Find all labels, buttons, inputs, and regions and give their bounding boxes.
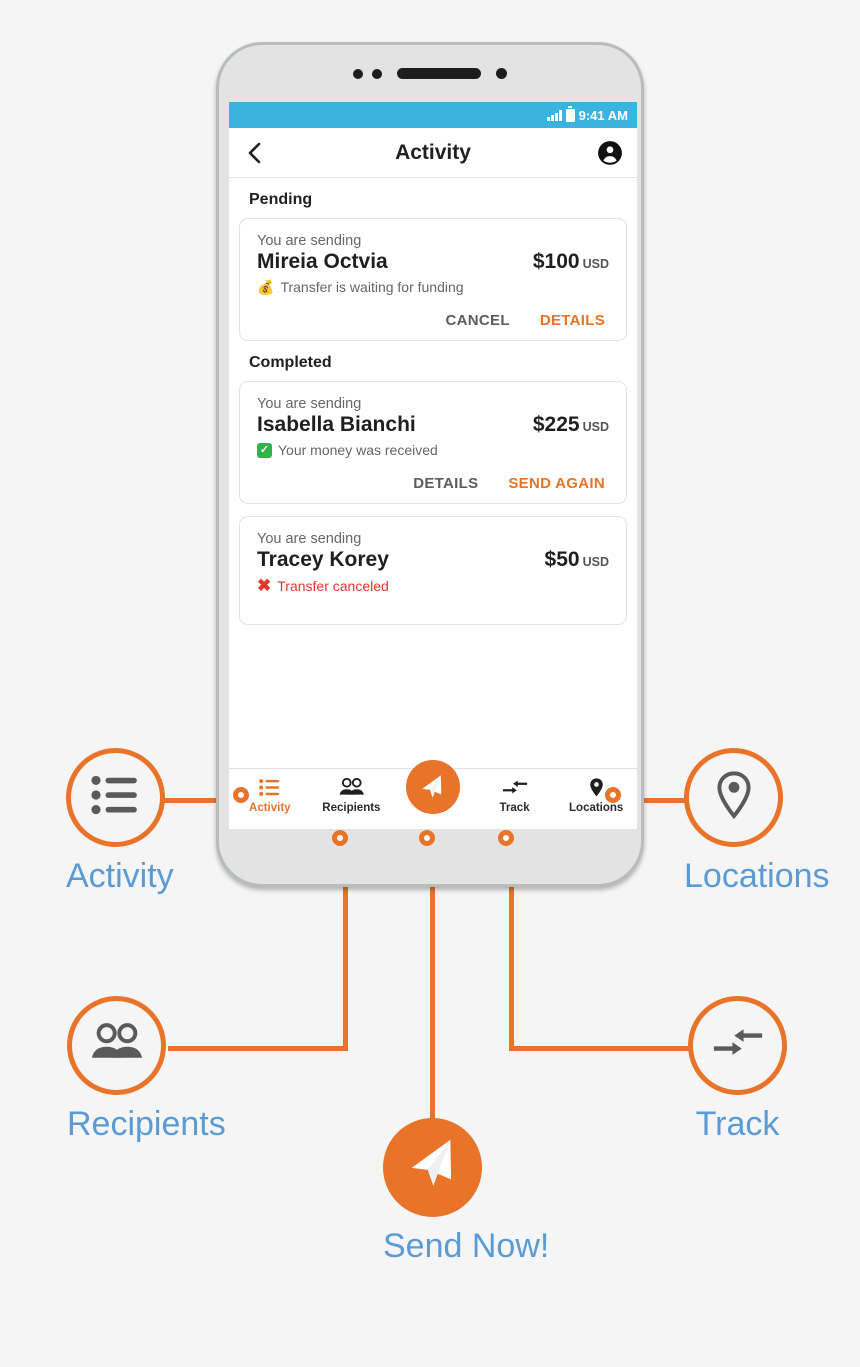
back-chevron-icon[interactable]	[243, 141, 267, 165]
connector-dot-activity	[233, 787, 249, 803]
connector-dot-track	[498, 830, 514, 846]
callout-label: Activity	[66, 857, 174, 895]
callout-label: Locations	[684, 857, 830, 895]
battery-icon	[565, 105, 575, 122]
card-sublabel: You are sending	[257, 531, 362, 547]
tab-locations[interactable]: Locations	[555, 776, 637, 814]
amount-value: $225	[532, 413, 580, 436]
callout-ring[interactable]	[67, 996, 166, 1095]
recipient-name: Mireia Octvia	[257, 250, 388, 273]
phone-screen: 9:41 AM Activity Pending You are sending…	[229, 102, 637, 829]
details-button[interactable]: DETAILS	[413, 475, 478, 492]
callout-label: Recipients	[67, 1105, 226, 1143]
green-check-icon: ✓	[257, 442, 272, 458]
paper-plane-icon	[405, 1137, 461, 1198]
recipient-name: Isabella Bianchi	[257, 413, 416, 436]
transfer-amount: $50 USD	[545, 548, 609, 572]
account-circle-icon[interactable]	[597, 140, 623, 166]
transfer-card[interactable]: You are sending Mireia Octvia $100 USD 💰 …	[239, 218, 627, 341]
section-heading-completed: Completed	[249, 354, 332, 371]
people-icon	[89, 1023, 144, 1068]
phone-mockup: 9:41 AM Activity Pending You are sending…	[216, 42, 644, 887]
transfer-card[interactable]: You are sending Tracey Korey $50 USD ✖ Tr…	[239, 516, 627, 625]
connector-dot-send	[419, 830, 435, 846]
activity-list: Pending You are sending Mireia Octvia $1…	[229, 191, 637, 625]
money-bag-emoji: 💰	[257, 279, 275, 295]
send-again-button[interactable]: SEND AGAIN	[508, 475, 605, 492]
cancel-button[interactable]: CANCEL	[446, 312, 510, 329]
app-header: Activity	[229, 128, 637, 178]
track-arrows-icon	[712, 1024, 764, 1067]
transfer-card[interactable]: You are sending Isabella Bianchi $225 USD…	[239, 381, 627, 504]
tab-send[interactable]: Send	[392, 760, 474, 814]
list-icon	[258, 776, 281, 798]
earpiece-speaker	[397, 68, 481, 79]
connector-dot-recipients	[332, 830, 348, 846]
status-badge: ✖ Transfer canceled	[257, 577, 609, 594]
currency-code: USD	[582, 555, 609, 569]
connector-track-horizontal	[509, 1046, 689, 1051]
map-pin-icon	[713, 770, 755, 825]
callout-ring[interactable]	[66, 748, 165, 847]
details-button[interactable]: DETAILS	[540, 312, 605, 329]
callout-send: Send Now!	[383, 1118, 549, 1266]
track-arrows-icon	[502, 776, 528, 798]
signal-bars-icon	[547, 109, 562, 121]
transfer-amount: $225 USD	[533, 413, 609, 437]
sensor-dot-icon	[372, 68, 382, 79]
amount-value: $50	[544, 548, 580, 571]
recipient-name: Tracey Korey	[257, 548, 389, 571]
status-badge: ✓ Your money was received	[257, 442, 609, 458]
connector-dot-locations	[605, 787, 621, 803]
status-bar-time: 9:41 AM	[578, 107, 628, 123]
tab-label: Locations	[569, 802, 624, 814]
card-sublabel: You are sending	[257, 233, 362, 249]
callout-label: Send Now!	[383, 1227, 550, 1265]
card-sublabel: You are sending	[257, 396, 362, 412]
bottom-tab-bar: Activity Recipients Track Locations	[229, 760, 637, 829]
transfer-amount: $100 USD	[533, 250, 609, 274]
card-actions: CANCEL DETAILS	[257, 312, 609, 329]
sensor-dot-icon	[353, 68, 363, 79]
status-text: Transfer canceled	[277, 577, 389, 594]
map-pin-icon	[588, 776, 605, 798]
status-bar: 9:41 AM	[229, 102, 637, 128]
currency-code: USD	[582, 420, 609, 434]
status-badge: 💰 Transfer is waiting for funding	[257, 279, 609, 295]
callout-locations: Locations	[684, 748, 830, 896]
status-text: Your money was received	[278, 442, 438, 458]
callout-recipients: Recipients	[67, 996, 226, 1144]
tab-track[interactable]: Track	[474, 776, 556, 814]
red-x-icon: ✖	[257, 576, 272, 595]
currency-code: USD	[582, 257, 609, 271]
callout-label: Track	[695, 1105, 780, 1143]
callout-activity: Activity	[66, 748, 174, 896]
card-actions: DETAILS SEND AGAIN	[257, 475, 609, 492]
section-heading-pending: Pending	[249, 191, 313, 208]
send-fab-button[interactable]	[405, 760, 460, 814]
list-icon	[90, 774, 141, 821]
callout-ring[interactable]	[688, 996, 787, 1095]
status-text: Transfer is waiting for funding	[280, 279, 464, 295]
callout-ring[interactable]	[383, 1118, 482, 1217]
front-camera-icon	[496, 68, 507, 79]
tab-recipients[interactable]: Recipients	[311, 776, 393, 814]
tab-label: Activity	[249, 802, 291, 814]
tab-label: Recipients	[322, 802, 381, 814]
page-title: Activity	[395, 140, 471, 164]
people-icon	[338, 776, 365, 798]
tab-label: Track	[499, 802, 530, 814]
callout-track: Track	[688, 996, 787, 1144]
annotated-phone-diagram: 9:41 AM Activity Pending You are sending…	[0, 0, 860, 1367]
phone-top-bezel	[219, 45, 641, 102]
amount-value: $100	[532, 250, 580, 273]
callout-ring[interactable]	[684, 748, 783, 847]
